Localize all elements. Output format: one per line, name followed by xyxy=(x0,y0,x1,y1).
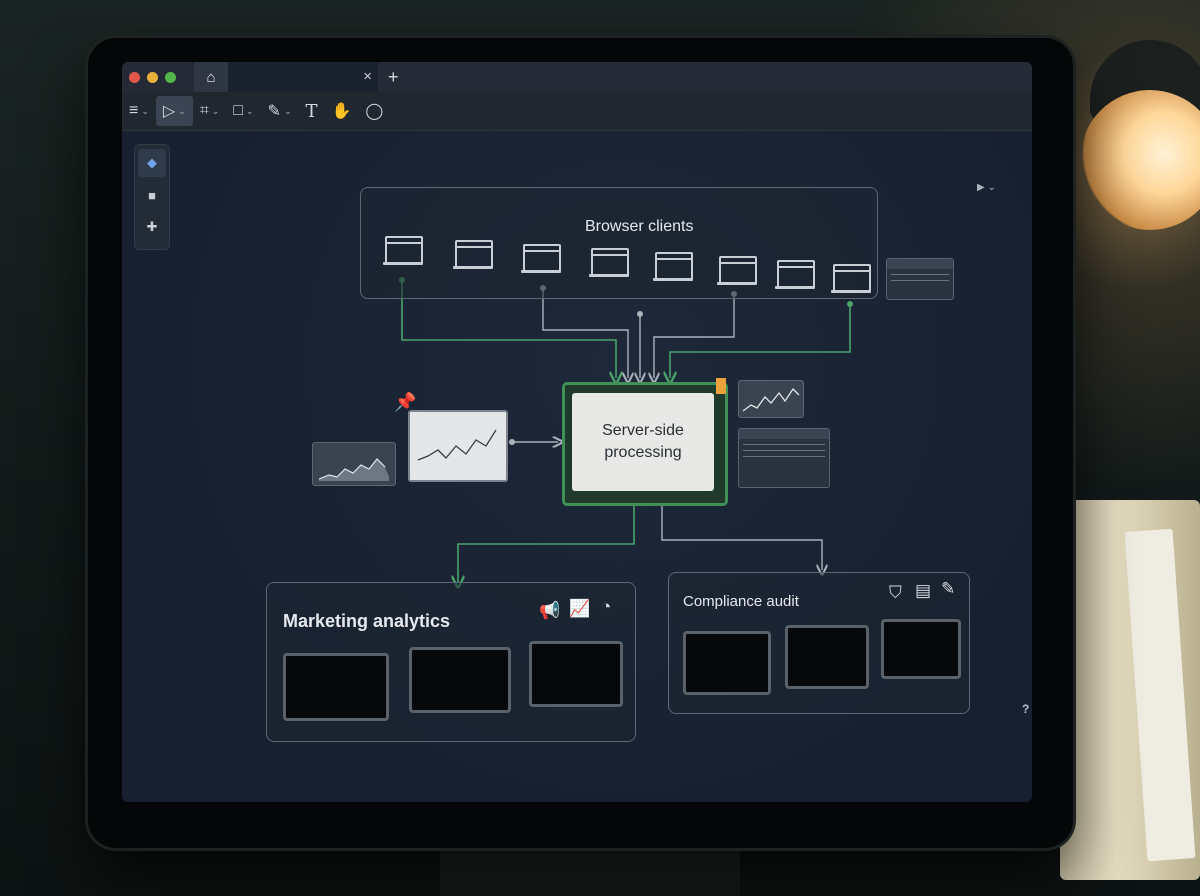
compliance-audit-group[interactable]: Compliance audit ⛉ ▤ ✎ xyxy=(668,572,970,714)
browser-client-icon[interactable] xyxy=(453,240,493,270)
app-window: ⌂ × + ≡ ⌄ ▷ ⌄ ⌗ ⌄ □ ⌄ ✎ ⌄ T ✋ ◯ ◆ ■ ✚ ▶ ⌄ xyxy=(122,62,1032,802)
marketing-analytics-title: Marketing analytics xyxy=(283,611,451,631)
connector-server-marketing xyxy=(458,504,635,582)
data-table-widget[interactable] xyxy=(886,258,954,300)
connector-client-8 xyxy=(670,304,851,378)
line-chart-thumbnail[interactable] xyxy=(738,380,804,418)
area-chart-graphic xyxy=(318,458,389,481)
megaphone-icon: 📢 xyxy=(539,601,561,620)
line-chart-graphic xyxy=(417,429,497,461)
pin-icon[interactable]: 📌 xyxy=(394,392,416,413)
connector-server-compliance xyxy=(661,504,822,570)
browser-client-icon[interactable] xyxy=(383,236,423,266)
pie-chart-icon: ◔ xyxy=(601,597,612,616)
line-chart-graphic xyxy=(742,387,800,412)
browser-client-icon[interactable] xyxy=(521,244,561,274)
shield-check-icon: ⛉ xyxy=(889,583,902,602)
thumbnail-slot[interactable] xyxy=(683,631,771,695)
browser-client-icon[interactable] xyxy=(775,260,815,290)
browser-client-icon[interactable] xyxy=(831,264,871,294)
browser-clients-title: Browser clients xyxy=(585,218,694,235)
line-chart-card[interactable] xyxy=(408,410,508,482)
browser-client-icon[interactable] xyxy=(589,248,629,278)
browser-client-icon[interactable] xyxy=(717,256,757,286)
thumbnail-slot[interactable] xyxy=(283,653,389,721)
thumbnail-slot[interactable] xyxy=(785,625,869,689)
connector-client-6 xyxy=(654,294,735,378)
thumbnail-slot[interactable] xyxy=(409,647,511,713)
growth-chart-icon: 📈 xyxy=(569,599,591,618)
compliance-audit-title: Compliance audit xyxy=(683,593,799,610)
document-edit-icon: ✎ xyxy=(941,579,956,598)
thumbnail-slot[interactable] xyxy=(529,641,623,707)
bookmark-icon[interactable] xyxy=(716,378,726,394)
marketing-analytics-group[interactable]: Marketing analytics 📢 📈 ◔ xyxy=(266,582,636,742)
data-table-widget[interactable] xyxy=(738,428,830,488)
browser-clients-group[interactable]: Browser clients xyxy=(360,187,878,299)
browser-client-icon[interactable] xyxy=(653,252,693,282)
clipboard-icon: ▤ xyxy=(915,581,932,600)
thumbnail-slot[interactable] xyxy=(881,619,961,679)
help-button[interactable]: ? xyxy=(1022,702,1029,716)
area-chart-thumbnail[interactable] xyxy=(312,442,396,486)
server-label: Server-side processing xyxy=(572,393,714,491)
server-node[interactable]: Server-side processing xyxy=(562,382,728,506)
